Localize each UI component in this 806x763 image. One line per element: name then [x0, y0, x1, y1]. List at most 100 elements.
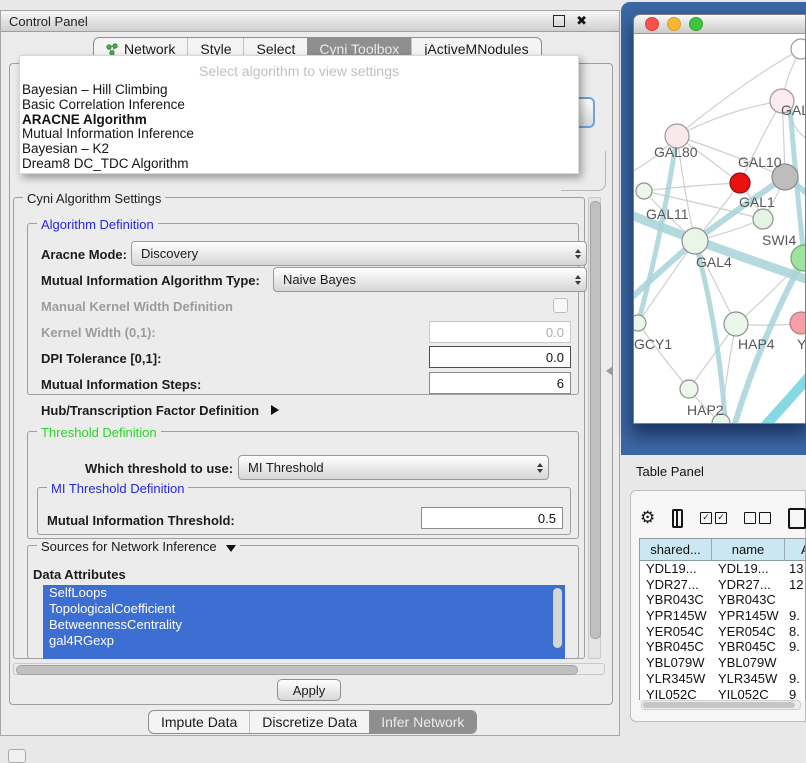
table-cell: YDR27...: [712, 577, 785, 593]
cyni-bottom-tabs: Impute Data Discretize Data Infer Networ…: [148, 710, 477, 734]
network-canvas[interactable]: GALGAL80GAL10GAL11GAL1SWI4GAL4GCY1HAP4YH…: [634, 34, 806, 424]
algorithm-option[interactable]: Bayesian – K2: [20, 142, 578, 157]
which-threshold-select[interactable]: MI Threshold: [238, 455, 549, 480]
kernel-width-field[interactable]: [429, 321, 571, 343]
column-header[interactable]: A: [785, 539, 806, 560]
algorithm-option-list: Bayesian – Hill ClimbingBasic Correlatio…: [20, 83, 578, 172]
network-edge: [644, 183, 740, 191]
columns-icon[interactable]: [672, 509, 683, 528]
table-cell: YER054C: [640, 624, 712, 640]
threshold-definition-title: Threshold Definition: [37, 425, 161, 440]
network-node[interactable]: [634, 315, 646, 331]
table-header-row: shared...nameA: [640, 539, 805, 561]
tab-infer-network[interactable]: Infer Network: [369, 711, 476, 733]
settings-hscrollbar[interactable]: [13, 663, 605, 675]
gear-icon[interactable]: ⚙: [640, 508, 655, 528]
attribute-list-item[interactable]: gal4RGexp: [43, 633, 565, 649]
sources-title-label: Sources for Network Inference: [41, 539, 217, 554]
kernel-width-label: Kernel Width (0,1):: [41, 325, 156, 340]
mi-threshold-field[interactable]: [421, 507, 563, 529]
mi-type-label: Mutual Information Algorithm Type:: [41, 273, 260, 288]
minimize-traffic-light[interactable]: [667, 17, 681, 31]
algorithm-option[interactable]: Basic Correlation Inference: [20, 98, 578, 113]
mi-steps-field[interactable]: [429, 372, 571, 394]
table-cell: YLR345W: [712, 671, 785, 687]
tab-impute-data[interactable]: Impute Data: [149, 711, 249, 733]
sources-group-title[interactable]: Sources for Network Inference: [37, 539, 240, 554]
network-node[interactable]: [730, 173, 750, 193]
network-node-label: GAL11: [646, 206, 689, 222]
table-cell: YDL19...: [640, 561, 712, 577]
aracne-mode-select[interactable]: Discovery: [131, 241, 587, 266]
float-window-icon[interactable]: [553, 15, 565, 27]
network-node[interactable]: [791, 245, 806, 271]
close-traffic-light[interactable]: [645, 17, 659, 31]
table-panel-toolbar: ⚙ ✓✓: [640, 503, 806, 533]
settings-hscrollbar-thumb[interactable]: [16, 665, 578, 675]
attributes-scrollbar-thumb[interactable]: [553, 588, 562, 648]
close-icon[interactable]: ✖: [576, 13, 587, 29]
control-panel-title: Control Panel: [9, 14, 88, 29]
select-all-checks-icon[interactable]: ✓✓: [700, 512, 727, 524]
hub-definition-label: Hub/Transcription Factor Definition: [41, 403, 259, 418]
algorithm-option[interactable]: Bayesian – Hill Climbing: [20, 83, 578, 98]
attribute-list-item[interactable]: TopologicalCoefficient: [43, 601, 565, 617]
table-row[interactable]: YLR345WYLR345W9.: [640, 671, 805, 687]
settings-scrollbar[interactable]: [588, 197, 601, 659]
algorithm-option[interactable]: Mutual Information Inference: [20, 127, 578, 142]
splitpane-collapse-icon[interactable]: [606, 366, 613, 376]
table-row[interactable]: YER054CYER054C8.: [640, 624, 805, 640]
dpi-tolerance-label: DPI Tolerance [0,1]:: [41, 351, 161, 366]
data-attributes-list: SelfLoopsTopologicalCoefficientBetweenne…: [43, 585, 565, 659]
network-node-label: GAL: [781, 102, 806, 118]
mi-type-select[interactable]: Naive Bayes: [273, 267, 587, 292]
table-cell: 9.: [785, 608, 805, 624]
table-cell: YPR145W: [640, 608, 712, 624]
table-row[interactable]: YDL19...YDL19...13: [640, 561, 805, 577]
column-header[interactable]: shared...: [640, 539, 712, 560]
table-cell: YBL079W: [712, 655, 785, 671]
network-node[interactable]: [753, 209, 773, 229]
dpi-tolerance-field[interactable]: [429, 346, 571, 368]
tab-label: Impute Data: [161, 714, 237, 730]
network-node[interactable]: [682, 228, 708, 254]
column-header[interactable]: name: [712, 539, 785, 560]
table-row[interactable]: YBR043CYBR043C: [640, 592, 805, 608]
table-row[interactable]: YBL079WYBL079W: [640, 655, 805, 671]
table-cell: 9: [785, 687, 805, 700]
table-row[interactable]: YPR145WYPR145W9.: [640, 608, 805, 624]
minimized-panel-button[interactable]: [8, 749, 26, 763]
table-cell: YIL052C: [640, 687, 712, 700]
algorithm-option[interactable]: ARACNE Algorithm: [20, 113, 578, 128]
network-node[interactable]: [636, 183, 652, 199]
deselect-all-checks-icon[interactable]: [744, 512, 771, 524]
control-panel-window: Control Panel ✖ Network Style Select Cyn…: [0, 10, 620, 736]
network-node[interactable]: [791, 39, 806, 59]
table-cell: [785, 655, 805, 671]
manual-kernel-checkbox[interactable]: [553, 298, 568, 313]
attribute-list-item[interactable]: BetweennessCentrality: [43, 617, 565, 633]
table-hscrollbar-thumb[interactable]: [643, 702, 795, 708]
network-node[interactable]: [790, 312, 806, 334]
algorithm-option[interactable]: Dream8 DC_TDC Algorithm: [20, 157, 578, 172]
table-row[interactable]: YBR045CYBR045C9.: [640, 639, 805, 655]
network-node[interactable]: [724, 312, 748, 336]
zoom-traffic-light[interactable]: [689, 17, 703, 31]
table-cell: 13: [785, 561, 805, 577]
tab-discretize-data[interactable]: Discretize Data: [249, 711, 369, 733]
aracne-mode-label: Aracne Mode:: [41, 247, 127, 262]
apply-button[interactable]: Apply: [277, 679, 341, 701]
table-cell: YBL079W: [640, 655, 712, 671]
hub-definition-toggle[interactable]: Hub/Transcription Factor Definition: [41, 403, 279, 418]
settings-scrollbar-thumb[interactable]: [590, 201, 601, 639]
aracne-mode-value: Discovery: [141, 246, 198, 261]
table-row[interactable]: YDR27...YDR27...12: [640, 577, 805, 593]
manual-kernel-label: Manual Kernel Width Definition: [41, 299, 233, 314]
network-node[interactable]: [680, 380, 698, 398]
which-threshold-value: MI Threshold: [248, 460, 324, 475]
table-hscrollbar[interactable]: [641, 700, 801, 710]
table-cell: YIL052C: [712, 687, 785, 700]
attribute-list-item[interactable]: SelfLoops: [43, 585, 565, 601]
document-icon[interactable]: [788, 508, 806, 529]
table-row[interactable]: YIL052CYIL052C9: [640, 687, 805, 700]
